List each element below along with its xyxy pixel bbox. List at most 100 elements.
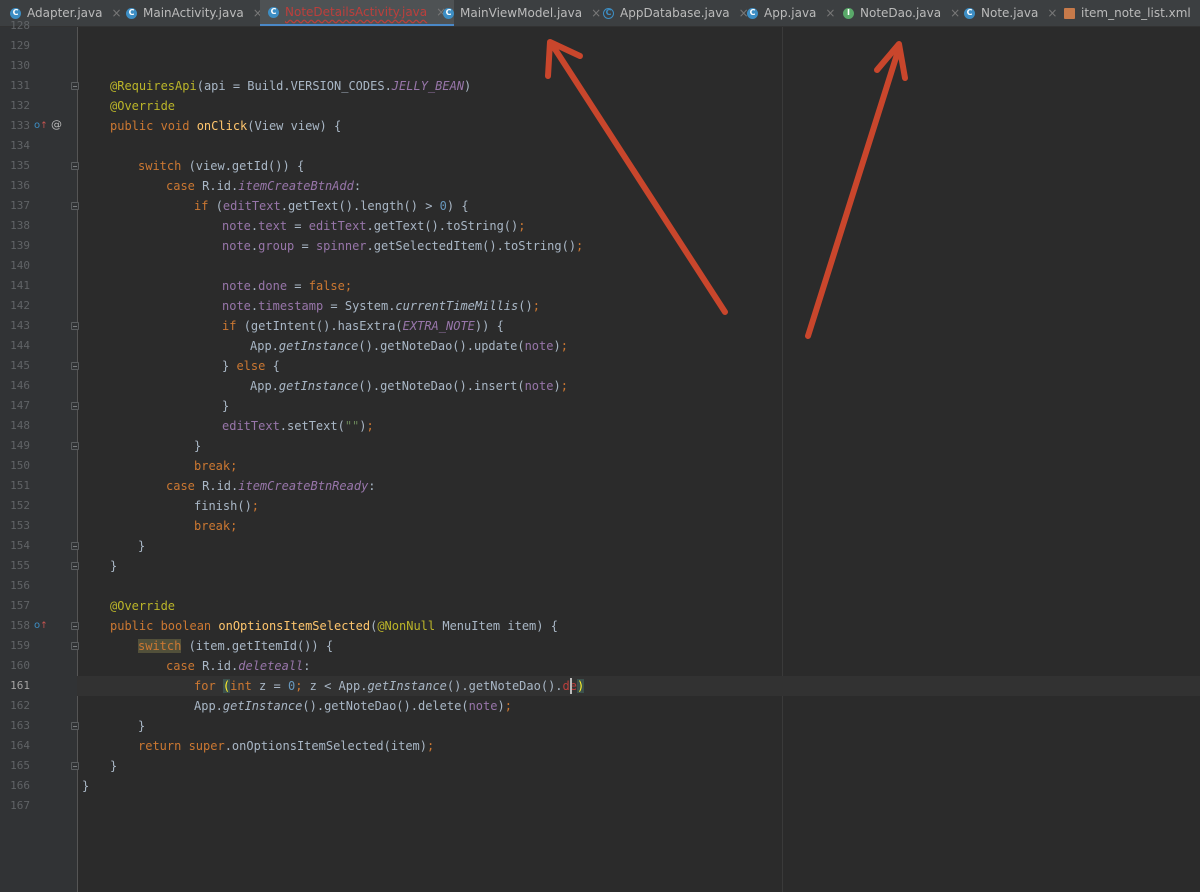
line-number: 132 (10, 99, 30, 112)
line-number: 144 (10, 339, 30, 352)
abstract-class-icon: C (603, 7, 614, 19)
tab-mainactivity-java[interactable]: C MainActivity.java × (126, 0, 263, 26)
code-line-161: for (int z = 0; z < App.getInstance().ge… (194, 679, 585, 693)
code-line-164: return super.onOptionsItemSelected(item)… (138, 739, 435, 753)
code-line-154: } (138, 539, 146, 553)
line-number: 148 (10, 419, 30, 432)
line-number: 164 (10, 739, 30, 752)
tab-app-java[interactable]: C App.java × (747, 0, 835, 26)
java-class-icon: C (268, 6, 279, 18)
code-line-132: @Override (110, 99, 176, 113)
line-number: 165 (10, 759, 30, 772)
fold-marker[interactable] (71, 162, 79, 170)
line-number: 154 (10, 539, 30, 552)
line-number: 166 (10, 779, 30, 792)
code-line-135: switch (view.getId()) { (138, 159, 305, 173)
fold-marker[interactable] (71, 322, 79, 330)
line-number: 142 (10, 299, 30, 312)
line-number: 167 (10, 799, 30, 812)
code-line-137: if (editText.getText().length() > 0) { (194, 199, 469, 213)
code-line-138: note.text = editText.getText().toString(… (222, 219, 526, 233)
code-line-165: } (110, 759, 118, 773)
fold-marker[interactable] (71, 622, 79, 630)
line-number: 151 (10, 479, 30, 492)
code-line-163: } (138, 719, 146, 733)
code-line-147: } (222, 399, 230, 413)
line-number: 136 (10, 179, 30, 192)
line-number: 141 (10, 279, 30, 292)
code-line-150: break; (194, 459, 238, 473)
line-number: 156 (10, 579, 30, 592)
tab-notedao-java[interactable]: I NoteDao.java × (843, 0, 960, 26)
tab-note-java[interactable]: C Note.java × (964, 0, 1057, 26)
close-icon[interactable]: × (591, 6, 601, 20)
code-line-136: case R.id.itemCreateBtnAdd: (166, 179, 362, 193)
fold-marker[interactable] (71, 402, 79, 410)
code-line-141: note.done = false; (222, 279, 353, 293)
tab-appdatabase-java[interactable]: C AppDatabase.java × (603, 0, 749, 26)
fold-marker[interactable] (71, 562, 79, 570)
fold-marker[interactable] (71, 542, 79, 550)
line-number: 131 (10, 79, 30, 92)
code-line-145: } else { (222, 359, 280, 373)
tab-mainviewmodel-java[interactable]: C MainViewModel.java × (443, 0, 601, 26)
fold-marker[interactable] (71, 362, 79, 370)
line-number: 129 (10, 39, 30, 52)
tab-label: item_note_list.xml (1081, 6, 1191, 20)
line-number: 162 (10, 699, 30, 712)
fold-marker[interactable] (71, 762, 79, 770)
close-icon[interactable]: × (950, 6, 960, 20)
line-number: 140 (10, 259, 30, 272)
code-line-131: @RequiresApi(api = Build.VERSION_CODES.J… (110, 79, 472, 93)
code-line-166: } (82, 779, 90, 793)
line-number: 149 (10, 439, 30, 452)
code-line-157: @Override (110, 599, 176, 613)
close-icon[interactable]: × (111, 6, 121, 20)
tab-notedetailsactivity-java[interactable]: C NoteDetailsActivity.java × (260, 0, 455, 26)
java-class-icon: C (443, 7, 454, 19)
tab-label: App.java (764, 6, 817, 20)
code-line-162: App.getInstance().getNoteDao().delete(no… (194, 699, 512, 713)
line-number: 143 (10, 319, 30, 332)
code-line-152: finish(); (194, 499, 260, 513)
fold-marker[interactable] (71, 642, 79, 650)
override-method-icon[interactable]: o↑ (34, 621, 48, 632)
code-line-143: if (getIntent().hasExtra(EXTRA_NOTE)) { (222, 319, 504, 333)
tab-label: Adapter.java (27, 6, 103, 20)
line-number: 159 (10, 639, 30, 652)
line-number: 128 (10, 19, 30, 32)
override-method-icon[interactable]: o↑ (34, 121, 48, 132)
tab-label: NoteDetailsActivity.java (285, 5, 428, 19)
line-number: 146 (10, 379, 30, 392)
fold-marker[interactable] (71, 722, 79, 730)
code-line-133: public void onClick(View view) { (110, 119, 342, 133)
fold-marker[interactable] (71, 82, 79, 90)
close-icon[interactable]: × (1047, 6, 1057, 20)
code-line-139: note.group = spinner.getSelectedItem().t… (222, 239, 584, 253)
code-line-146: App.getInstance().getNoteDao().insert(no… (250, 379, 568, 393)
tab-label: AppDatabase.java (620, 6, 730, 20)
tab-item-note-list-xml[interactable]: item_note_list.xml (1064, 0, 1191, 26)
arrow-to-notedao-tab (805, 41, 908, 339)
close-icon[interactable]: × (825, 6, 835, 20)
code-line-158: public boolean onOptionsItemSelected(@No… (110, 619, 558, 633)
tab-label: Note.java (981, 6, 1039, 20)
line-number: 135 (10, 159, 30, 172)
code-line-153: break; (194, 519, 238, 533)
line-number: 139 (10, 239, 30, 252)
fold-marker[interactable] (71, 442, 79, 450)
text-caret (570, 678, 572, 694)
line-number: 152 (10, 499, 30, 512)
code-line-159: switch (item.getItemId()) { (138, 639, 334, 653)
annotation-icon[interactable]: @ (51, 119, 62, 130)
line-number: 155 (10, 559, 30, 572)
xml-file-icon (1064, 7, 1075, 19)
fold-marker[interactable] (71, 202, 79, 210)
tab-label: NoteDao.java (860, 6, 942, 20)
right-margin-guide (782, 27, 783, 892)
line-number: 138 (10, 219, 30, 232)
arrow-to-mainviewmodel-tab (545, 39, 728, 315)
line-number: 130 (10, 59, 30, 72)
code-line-142: note.timestamp = System.currentTimeMilli… (222, 299, 540, 313)
editor-tab-bar: C Adapter.java × C MainActivity.java × C… (0, 0, 1200, 27)
